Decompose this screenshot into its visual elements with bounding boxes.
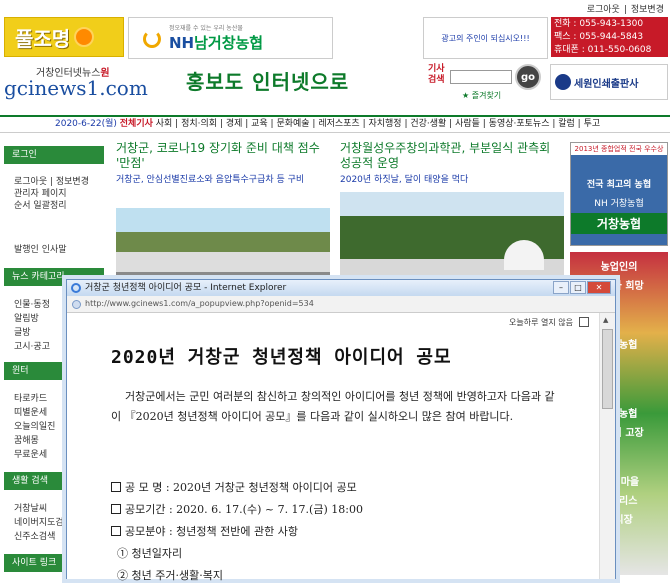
contact-fax: 팩스 : 055-944-5843 [554, 32, 644, 42]
star-icon: ★ [462, 91, 470, 100]
sidebar-sort-link[interactable]: 순서 일괄정리 [14, 200, 100, 212]
article-2-photo[interactable] [340, 192, 564, 288]
checkbox-square-icon [111, 526, 121, 536]
category-navbar: 2020-6-22(월) 전체기사 사회 | 정치·의회 | 경제 | 교육 |… [0, 115, 670, 133]
popup-titlebar[interactable]: 거창군 청년정책 아이디어 공모 - Internet Explorer – □… [67, 280, 615, 296]
scroll-up-icon[interactable]: ▲ [603, 316, 608, 324]
today-close-label: 오늘하루 열지 않음 [509, 318, 573, 327]
promo-banner: 홍보도 인터넷으로 [186, 70, 350, 94]
popup-scrollbar[interactable]: ▲ [599, 313, 615, 579]
print-shop-banner[interactable]: 세원인쇄출판사 [550, 64, 668, 100]
pul-logo-text: 풀조명 [15, 26, 71, 51]
contact-phone: 전화 : 055-943-1300 [554, 19, 644, 29]
minimize-button[interactable]: – [553, 281, 569, 294]
top-links: 로그아웃 | 정보변경 [586, 5, 664, 15]
document-paragraph: 거창군에서는 군민 여러분의 참신하고 창의적인 아이디어를 청년 정책에 반영… [111, 390, 555, 423]
scroll-thumb[interactable] [602, 329, 613, 409]
favorites-link[interactable]: ★ 즐겨찾기 [462, 90, 501, 101]
ad-space-banner[interactable]: 광고의 주인이 되십시오!!! [423, 17, 548, 59]
article-2-subtitle[interactable]: 2020년 하짓날, 달이 태양을 먹다 [340, 174, 564, 186]
checkbox-square-icon [111, 482, 121, 492]
nh-slogan: 정오재를 수 있는 우리 농산물 [169, 25, 243, 32]
address-bar[interactable]: http://www.gcinews1.com/a_popupview.php?… [67, 296, 615, 313]
checkbox-square-icon [111, 504, 121, 514]
article-1-title[interactable]: 거창군, 코로나19 장기화 준비 대책 점수 '만점' [116, 141, 330, 171]
article-1-photo[interactable] [116, 208, 330, 288]
bullet-item: 공모분야 : 청년정책 전반에 관한 사항 [111, 523, 298, 539]
bullet-item: 공 모 명 : 2020년 거창군 청년정책 아이디어 공모 [111, 479, 357, 495]
right-ad-nh-geochang[interactable]: 2013년 종합업적 전국 우수상 전국 최고의 농협 NH 거창농협 거창농협 [570, 142, 668, 246]
sidebar-admin-link[interactable]: 관리자 페이지 [14, 188, 100, 200]
nav-all-articles[interactable]: 전체기사 [120, 119, 153, 129]
sidebar-logout-link[interactable]: 로그아웃 | 정보변경 [14, 176, 100, 188]
current-date: 2020-6-22(월) [55, 119, 117, 129]
nav-categories[interactable]: 사회 | 정치·의회 | 경제 | 교육 | 문화예술 | 레저스포츠 | 자치… [156, 119, 600, 129]
sidebar-issuer-link[interactable]: 발행인 인사말 [14, 244, 100, 256]
address-url: http://www.gcinews1.com/a_popupview.php?… [85, 299, 314, 308]
page-icon [72, 300, 81, 309]
popup-window[interactable]: 거창군 청년정책 아이디어 공모 - Internet Explorer – □… [66, 279, 616, 582]
numbered-item: ① 청년일자리 [117, 547, 183, 560]
print-shop-logo-icon [555, 74, 571, 90]
search-button[interactable]: go [515, 64, 541, 90]
today-close-checkbox[interactable] [579, 317, 589, 327]
article-2-title[interactable]: 거창월성우주창의과학관, 부분일식 관측회 성공적 운영 [340, 141, 564, 171]
sidebar-login-header: 로그인 [4, 146, 104, 164]
search-input[interactable] [450, 70, 512, 84]
maximize-button[interactable]: □ [570, 281, 586, 294]
sidebar-login-links: 로그아웃 | 정보변경 관리자 페이지 순서 일괄정리 [14, 176, 100, 212]
contact-banner: 전화 : 055-943-1300 팩스 : 055-944-5843 휴대폰 … [551, 17, 668, 57]
contact-mobile: 휴대폰 : 011-550-0608 [554, 45, 652, 55]
popup-title: 거창군 청년정책 아이디어 공모 - Internet Explorer [85, 283, 287, 293]
logout-link[interactable]: 로그아웃 [587, 5, 620, 15]
nh-logo-icon [143, 30, 161, 48]
sun-icon [74, 27, 95, 47]
nh-name: NH남거창농협 [169, 34, 264, 52]
profile-link[interactable]: 정보변경 [631, 5, 664, 15]
article-1-subtitle[interactable]: 거창군, 안심선별진료소와 음압특수구급차 등 구비 [116, 174, 330, 186]
site-logo[interactable]: gcinews1.com [4, 76, 148, 100]
popup-content: 오늘하루 열지 않음 2020년 거창군 청년정책 아이디어 공모 거창군에서는… [67, 313, 615, 582]
observatory-dome [504, 240, 544, 270]
document-title: 2020년 거창군 청년정책 아이디어 공모 [111, 347, 452, 368]
nh-banner[interactable]: 정오재를 수 있는 우리 농산물 NH남거창농협 [128, 17, 333, 59]
bullet-item: 공모기간 : 2020. 6. 17.(수) ~ 7. 17.(금) 18:00 [111, 501, 363, 517]
close-button[interactable]: ✕ [587, 281, 611, 294]
search-label: 기사 검색 [428, 64, 445, 85]
pul-logo-banner[interactable]: 풀조명 [4, 17, 124, 57]
ie-icon [71, 283, 81, 293]
numbered-item: ② 청년 주거·생활·복지 [117, 569, 223, 582]
